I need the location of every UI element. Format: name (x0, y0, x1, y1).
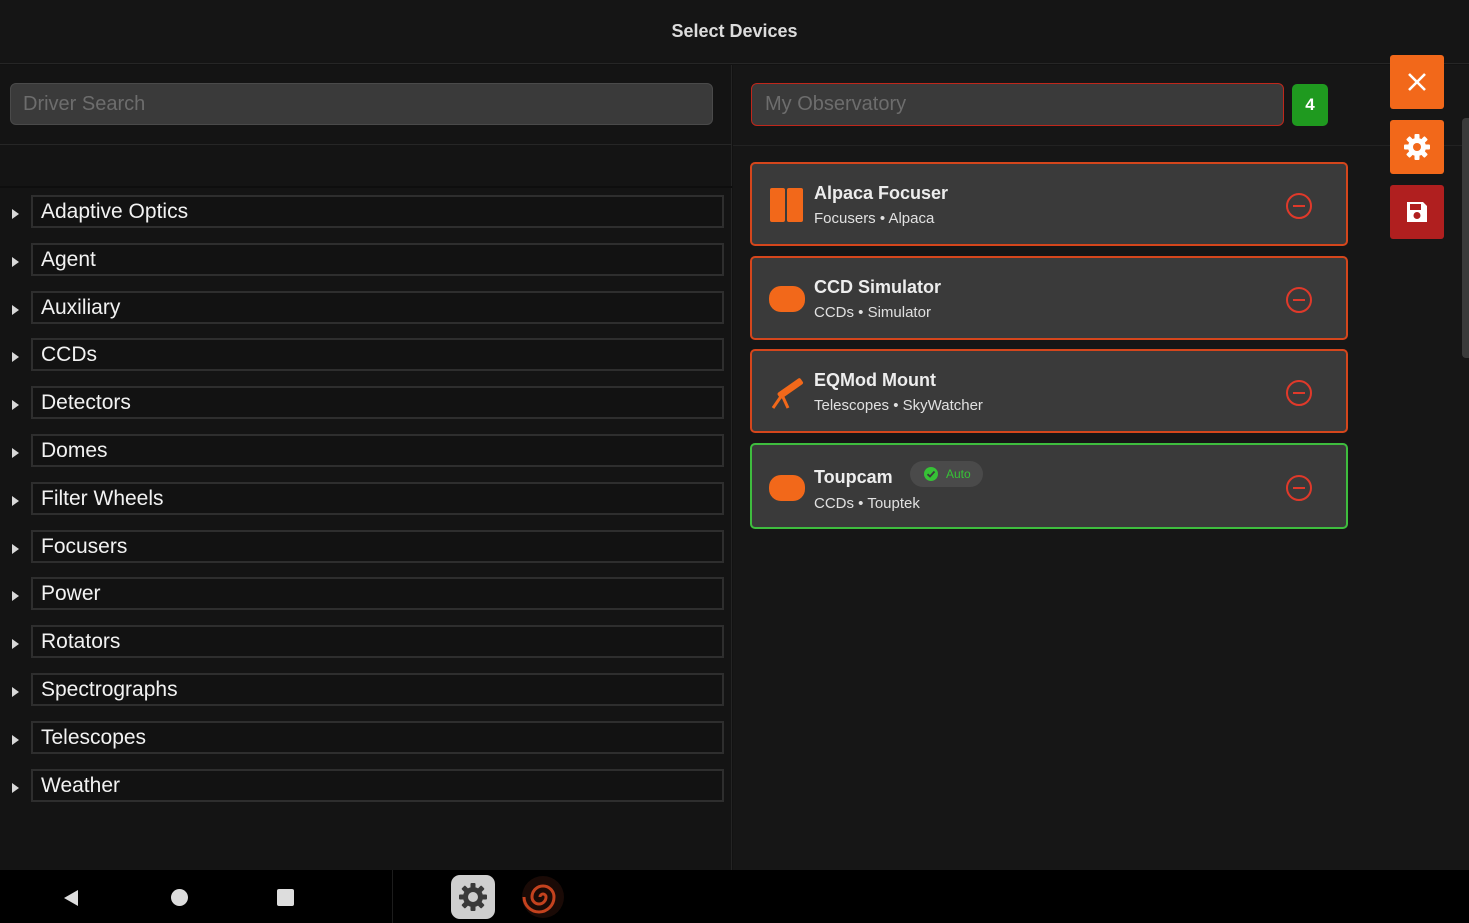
expand-arrow-icon[interactable] (12, 639, 19, 650)
category-item[interactable]: Agent (31, 242, 724, 276)
expand-arrow-icon[interactable] (12, 209, 19, 219)
recents-icon[interactable] (277, 889, 294, 906)
gear-icon (1404, 134, 1430, 160)
divider (392, 870, 393, 923)
expand-arrow-icon[interactable] (12, 686, 19, 697)
category-row[interactable]: Weather (0, 767, 732, 815)
category-row[interactable]: Adaptive Optics (0, 193, 732, 241)
category-row[interactable]: Focusers (0, 528, 732, 576)
ccd-camera-icon (769, 475, 805, 501)
category-item[interactable]: Weather (31, 768, 724, 802)
expand-arrow-icon[interactable] (12, 447, 19, 458)
expand-arrow-icon[interactable] (12, 495, 19, 506)
device-card[interactable]: CCD Simulator CCDs • Simulator (750, 256, 1348, 340)
category-row[interactable]: Filter Wheels (0, 480, 732, 528)
device-card[interactable]: Alpaca Focuser Focusers • Alpaca (750, 162, 1348, 246)
expand-arrow-icon[interactable] (12, 352, 19, 363)
category-row[interactable]: Power (0, 575, 732, 623)
taskbar-galaxy-app-icon[interactable] (520, 874, 566, 920)
category-item[interactable]: Domes (31, 433, 724, 467)
device-count-badge: 4 (1292, 84, 1328, 126)
focuser-icon (770, 188, 803, 222)
telescope-icon (771, 378, 803, 409)
category-row[interactable]: Detectors (0, 384, 732, 432)
close-icon (1408, 73, 1426, 91)
expand-arrow-icon[interactable] (12, 734, 19, 745)
ccd-camera-icon (769, 286, 805, 312)
save-button[interactable] (1390, 185, 1444, 239)
device-subtitle: Telescopes • SkyWatcher (814, 397, 983, 414)
device-name: Alpaca Focuser (814, 183, 949, 203)
page-title: Select Devices (671, 21, 798, 41)
auto-label: Auto (946, 467, 971, 481)
check-circle-icon (924, 467, 938, 481)
category-row[interactable]: CCDs (0, 336, 732, 384)
category-row[interactable]: Agent (0, 241, 732, 289)
category-item[interactable]: Rotators (31, 625, 724, 659)
home-icon[interactable] (171, 889, 188, 906)
expand-arrow-icon[interactable] (12, 591, 19, 602)
system-nav-bar (0, 870, 1469, 923)
title-bar: Select Devices (0, 0, 1469, 64)
close-button[interactable] (1390, 55, 1444, 109)
expand-arrow-icon[interactable] (12, 782, 19, 793)
category-item[interactable]: Auxiliary (31, 290, 724, 324)
profile-pane: 4 Alpaca Focuser Focusers • Alpaca CCD S… (733, 65, 1469, 870)
category-item[interactable]: CCDs (31, 338, 724, 372)
profile-name-input[interactable] (751, 83, 1284, 126)
remove-circle-icon[interactable] (1285, 192, 1313, 220)
remove-circle-icon[interactable] (1285, 379, 1313, 407)
settings-app-icon (459, 883, 487, 911)
divider (733, 145, 1469, 146)
settings-button[interactable] (1390, 120, 1444, 174)
category-item[interactable]: Focusers (31, 529, 724, 563)
device-subtitle: CCDs • Simulator (814, 304, 931, 321)
expand-arrow-icon[interactable] (12, 304, 19, 315)
category-row[interactable]: Telescopes (0, 719, 732, 767)
category-item[interactable]: Detectors (31, 386, 724, 420)
driver-pane: Adaptive Optics Agent Auxiliary CCDs Det… (0, 65, 732, 870)
device-name: CCD Simulator (814, 277, 942, 297)
device-card-auto[interactable]: Toupcam Auto CCDs • Touptek (750, 443, 1348, 529)
device-subtitle: Focusers • Alpaca (814, 210, 935, 227)
category-list: Adaptive Optics Agent Auxiliary CCDs Det… (0, 193, 732, 814)
device-name: EQMod Mount (814, 370, 936, 390)
expand-arrow-icon[interactable] (12, 256, 19, 267)
scrollbar[interactable] (1462, 118, 1469, 358)
category-row[interactable]: Rotators (0, 623, 732, 671)
driver-search-input[interactable] (10, 83, 713, 125)
remove-circle-icon[interactable] (1285, 286, 1313, 314)
back-icon[interactable] (62, 889, 80, 907)
category-item[interactable]: Adaptive Optics (31, 195, 724, 228)
device-subtitle: CCDs • Touptek (814, 495, 920, 512)
category-row[interactable]: Spectrographs (0, 671, 732, 719)
device-name: Toupcam (814, 467, 893, 487)
device-card[interactable]: EQMod Mount Telescopes • SkyWatcher (750, 349, 1348, 433)
driver-search-bar (0, 65, 732, 145)
remove-circle-icon[interactable] (1285, 474, 1313, 502)
auto-badge: Auto (910, 461, 983, 487)
category-item[interactable]: Power (31, 577, 724, 611)
category-row[interactable]: Auxiliary (0, 289, 732, 337)
save-icon (1407, 202, 1427, 222)
taskbar-settings-app[interactable] (451, 875, 495, 919)
category-row[interactable]: Domes (0, 432, 732, 480)
category-item[interactable]: Filter Wheels (31, 481, 724, 515)
expand-arrow-icon[interactable] (12, 400, 19, 411)
driver-list-header (0, 146, 732, 188)
category-item[interactable]: Telescopes (31, 720, 724, 754)
category-item[interactable]: Spectrographs (31, 672, 724, 706)
expand-arrow-icon[interactable] (12, 543, 19, 554)
